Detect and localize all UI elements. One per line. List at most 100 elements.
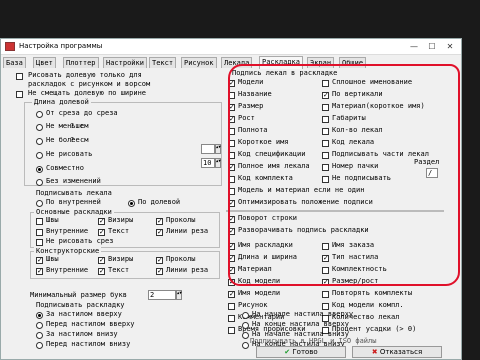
main-cut-lines-checkbox[interactable]: ✓ xyxy=(156,229,163,236)
radio-front-top[interactable] xyxy=(36,322,43,329)
r-comments-checkbox[interactable] xyxy=(228,315,235,322)
r-picture-label: Рисунок xyxy=(238,301,268,309)
check-icon: ✔ xyxy=(284,348,291,356)
r-kit-model-code-label: Код модели компл. xyxy=(332,301,404,309)
spin1-arrows[interactable]: ▲▼ xyxy=(215,144,221,154)
radio-front-top-label: Перед настилом вверху xyxy=(46,320,135,328)
con-text-checkbox[interactable]: ✓ xyxy=(98,268,105,275)
min-font-label: Минимальный размер букв xyxy=(30,291,127,299)
radio-front-bottom-label: Перед настилом внизу xyxy=(46,340,131,348)
con-seams-checkbox[interactable]: ✓ xyxy=(36,257,43,264)
con-notches-checkbox[interactable]: ✓ xyxy=(98,257,105,264)
main-seams-label: Швы xyxy=(46,216,59,224)
main-no-cut-label: Не рисовать срез xyxy=(46,237,114,245)
radio-slice-to-slice-label: От среза до среза xyxy=(46,109,118,117)
radio-end-top[interactable] xyxy=(242,322,249,329)
tab-settings[interactable]: Настройки xyxy=(103,57,147,68)
radio-no-draw[interactable] xyxy=(36,152,43,159)
minimize-button[interactable]: — xyxy=(405,40,423,53)
radio-behind-bottom[interactable] xyxy=(36,332,43,339)
main-inner-checkbox[interactable] xyxy=(36,229,43,236)
con-cut-lines-checkbox[interactable]: ✓ xyxy=(156,268,163,275)
main-text-label: Текст xyxy=(108,227,130,235)
con-punches-label: Проколы xyxy=(166,255,196,263)
cancel-button[interactable]: ✖ Отказаться xyxy=(352,346,442,358)
q-mark-2: ? xyxy=(70,136,75,144)
sign-layout-title: Подписывать раскладку xyxy=(36,301,125,309)
r-repeat-kits-checkbox[interactable] xyxy=(322,291,329,298)
radio-not-less[interactable] xyxy=(36,124,43,131)
con-inner-checkbox[interactable]: ✓ xyxy=(36,268,43,275)
main-no-cut-checkbox[interactable] xyxy=(36,239,43,246)
min-font-arrows[interactable]: ▲▼ xyxy=(176,290,182,300)
main-notches-checkbox[interactable]: ✓ xyxy=(98,218,105,225)
no-shift-label: Не смещать долевую по ширине xyxy=(28,89,147,97)
radio-inside-label: По внутренней xyxy=(46,198,101,206)
draw-grain-label: Рисовать долевую только для xyxy=(28,71,142,79)
radio-not-more-label: Не более xyxy=(46,136,80,144)
unit-cm-1: см xyxy=(80,122,89,130)
radio-start-bottom[interactable] xyxy=(242,332,249,339)
radio-inside[interactable] xyxy=(36,200,43,207)
con-cut-lines-label: Линии реза xyxy=(166,266,209,274)
draw-grain-checkbox[interactable] xyxy=(16,73,23,80)
r-kit-model-code-checkbox[interactable] xyxy=(322,303,329,310)
tab-text[interactable]: Текст xyxy=(149,57,177,68)
q-mark-1: ? xyxy=(70,122,75,130)
r-picture-checkbox[interactable] xyxy=(228,303,235,310)
close-button[interactable]: ✕ xyxy=(441,40,459,53)
radio-no-draw-label: Не рисовать xyxy=(46,150,93,158)
radio-no-change-label: Без изменений xyxy=(46,177,101,185)
r-model-name-checkbox[interactable]: ✓ xyxy=(228,291,235,298)
con-punches-checkbox[interactable]: ✓ xyxy=(156,257,163,264)
radio-start-top-label: На начале настила вверху xyxy=(252,310,354,318)
radio-slice-to-slice[interactable] xyxy=(36,111,43,118)
tab-picture[interactable]: Рисунок xyxy=(181,57,217,68)
radio-grain[interactable] xyxy=(128,200,135,207)
radio-together-label: Совместно xyxy=(46,164,84,172)
unit-cm-2: см xyxy=(80,136,89,144)
ok-label: Готово xyxy=(292,348,318,356)
annotation-frame xyxy=(228,64,460,286)
con-text-label: Текст xyxy=(108,266,130,274)
tab-plotter[interactable]: Плоттер xyxy=(63,57,99,68)
con-seams-label: Швы xyxy=(46,255,59,263)
main-punches-checkbox[interactable]: ✓ xyxy=(156,218,163,225)
r-model-name-label: Имя модели xyxy=(238,289,281,297)
main-punches-label: Проколы xyxy=(166,216,196,224)
title-bar: Настройка программы — ☐ ✕ xyxy=(1,39,461,55)
r-repeat-kits-label: Повторять комплекты xyxy=(332,289,413,297)
radio-start-top[interactable] xyxy=(242,312,249,319)
grain-length-title: Длина долевой xyxy=(32,98,91,107)
radio-behind-top[interactable] xyxy=(36,312,43,319)
spin2-arrows[interactable]: ▲▼ xyxy=(215,158,221,168)
main-text-checkbox[interactable]: ✓ xyxy=(98,229,105,236)
cross-icon: ✖ xyxy=(371,348,378,356)
radio-end-top-label: На конце настила вверху xyxy=(252,320,349,328)
tab-base[interactable]: База xyxy=(3,57,26,68)
r-draw-time-checkbox[interactable] xyxy=(228,327,235,334)
con-notches-label: Визиры xyxy=(108,255,134,263)
radio-no-change[interactable] xyxy=(36,179,43,186)
main-seams-checkbox[interactable] xyxy=(36,218,43,225)
main-cut-lines-label: Линии реза xyxy=(166,227,209,235)
app-icon xyxy=(5,42,15,51)
radio-together[interactable] xyxy=(36,166,43,173)
tab-color[interactable]: Цвет xyxy=(33,57,56,68)
radio-start-bottom-label: На начале настила внизу xyxy=(252,330,349,338)
ok-button[interactable]: ✔ Готово xyxy=(256,346,346,358)
maximize-button[interactable]: ☐ xyxy=(423,40,441,53)
radio-not-more[interactable] xyxy=(36,138,43,145)
pattern-caption-title: Подписывать лекала xyxy=(36,189,112,197)
spin1-field[interactable] xyxy=(201,144,215,154)
main-inner-label: Внутренние xyxy=(46,227,89,235)
cancel-label: Отказаться xyxy=(379,348,423,356)
spin2-field[interactable]: 10 xyxy=(201,158,215,168)
main-notches-label: Визиры xyxy=(108,216,134,224)
radio-behind-bottom-label: За настилом внизу xyxy=(46,330,118,338)
radio-front-bottom[interactable] xyxy=(36,342,43,349)
radio-end-bottom[interactable] xyxy=(242,342,249,349)
draw-grain-label-line2: раскладок с рисунком и ворсом xyxy=(28,80,151,88)
min-font-field[interactable]: 2 xyxy=(148,290,176,300)
no-shift-checkbox[interactable] xyxy=(16,91,23,98)
